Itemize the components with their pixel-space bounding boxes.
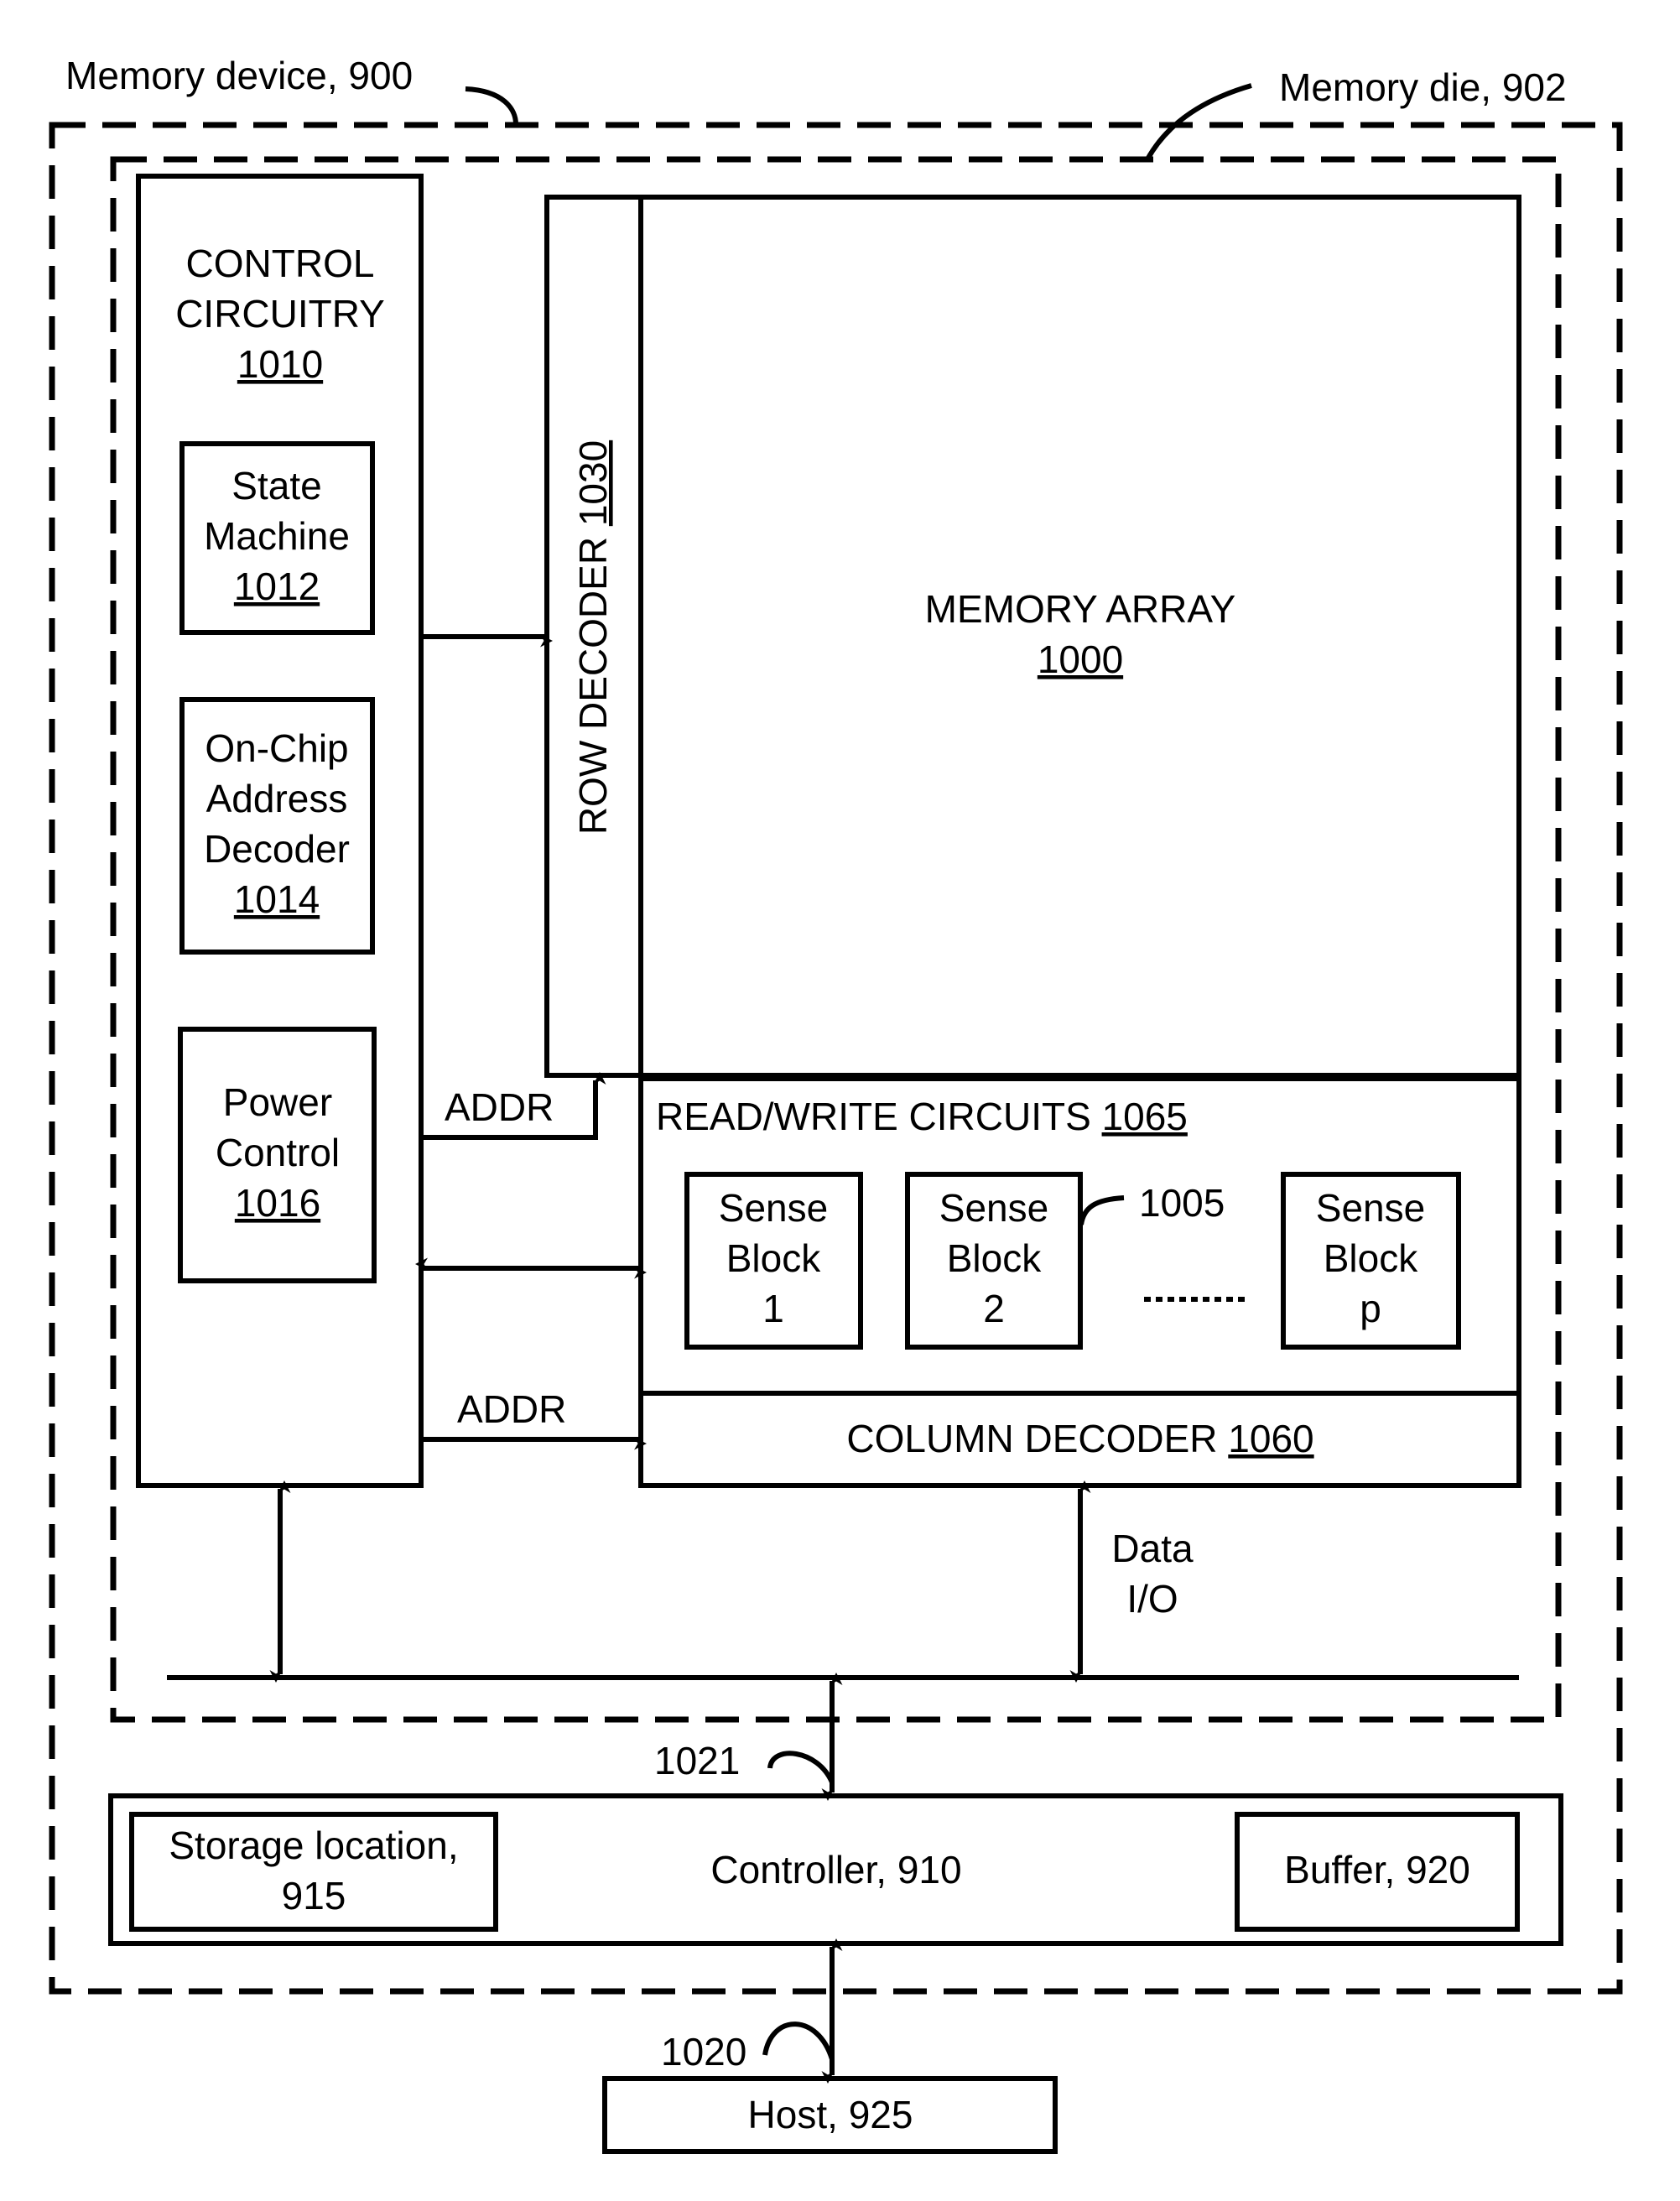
sense-ref-label: 1005 bbox=[1139, 1181, 1225, 1225]
controller-label: Controller, 910 bbox=[710, 1848, 961, 1891]
sense-block-1[interactable]: Sense Block 1 bbox=[684, 1172, 863, 1350]
sense-block-p-line1: Sense bbox=[1316, 1186, 1425, 1230]
buffer-label: Buffer, 920 bbox=[1284, 1848, 1470, 1891]
power-control-block[interactable]: Power Control 1016 bbox=[178, 1027, 377, 1283]
address-decoder-ref: 1014 bbox=[234, 877, 320, 921]
sense-block-2[interactable]: Sense Block 2 bbox=[905, 1172, 1083, 1350]
sense-block-1-line3: 1 bbox=[762, 1287, 784, 1330]
addr-upper-label: ADDR bbox=[445, 1085, 554, 1129]
power-control-line2: Control bbox=[216, 1131, 340, 1174]
sense-ref-leader bbox=[1079, 1195, 1125, 1225]
sense-block-p-line2: Block bbox=[1324, 1236, 1418, 1280]
memory-array-block[interactable]: MEMORY ARRAY 1000 bbox=[638, 195, 1521, 1078]
storage-location-line2: 915 bbox=[282, 1874, 346, 1917]
memory-die-label: Memory die, 902 bbox=[1279, 65, 1567, 109]
row-decoder-label: ROW DECODER 1030 bbox=[571, 440, 615, 835]
state-machine-ref: 1012 bbox=[234, 565, 320, 608]
sense-block-p-line3: p bbox=[1360, 1287, 1381, 1330]
bus-1020-label: 1020 bbox=[661, 2030, 746, 2074]
read-write-label: READ/WRITE CIRCUITS 1065 bbox=[656, 1095, 1188, 1138]
control-circuitry-line2: CIRCUITRY bbox=[175, 292, 385, 336]
control-circuitry-ref: 1010 bbox=[237, 342, 323, 386]
data-io-line1: Data bbox=[1111, 1527, 1194, 1570]
host-label: Host, 925 bbox=[748, 2093, 913, 2136]
bus-1021-leader bbox=[767, 1751, 835, 1784]
sense-block-1-line2: Block bbox=[726, 1236, 821, 1280]
memory-array-ref: 1000 bbox=[1038, 637, 1123, 681]
address-decoder-line2: Address bbox=[206, 777, 348, 820]
storage-location-block[interactable]: Storage location, 915 bbox=[129, 1812, 498, 1932]
state-machine-line1: State bbox=[231, 464, 321, 507]
memory-device-boundary bbox=[49, 122, 1623, 1995]
addr-lower-label: ADDR bbox=[457, 1387, 566, 1431]
memory-device-label: Memory device, 900 bbox=[65, 54, 413, 97]
memory-device-leader bbox=[465, 86, 518, 125]
control-circuitry-line1: CONTROL bbox=[186, 242, 375, 285]
address-decoder-line1: On-Chip bbox=[205, 726, 348, 770]
memory-array-label: MEMORY ARRAY bbox=[925, 587, 1236, 631]
power-control-line1: Power bbox=[223, 1080, 332, 1124]
storage-location-line1: Storage location, bbox=[169, 1824, 458, 1867]
sense-block-2-line2: Block bbox=[947, 1236, 1042, 1280]
address-decoder-block[interactable]: On-Chip Address Decoder 1014 bbox=[179, 697, 375, 955]
power-control-ref: 1016 bbox=[235, 1181, 320, 1225]
sense-block-p[interactable]: Sense Block p bbox=[1281, 1172, 1461, 1350]
host-block[interactable]: Host, 925 bbox=[602, 2076, 1058, 2154]
sense-block-2-line3: 2 bbox=[983, 1287, 1005, 1330]
state-machine-block[interactable]: State Machine 1012 bbox=[179, 441, 375, 635]
data-io-line2: I/O bbox=[1126, 1577, 1178, 1621]
row-decoder-block[interactable]: ROW DECODER 1030 bbox=[544, 195, 643, 1078]
sense-block-1-line1: Sense bbox=[719, 1186, 828, 1230]
memory-device-diagram: Memory device, 900 Memory die, 902 CONTR… bbox=[49, 54, 1623, 2154]
state-machine-line2: Machine bbox=[204, 514, 350, 558]
sense-block-2-line1: Sense bbox=[939, 1186, 1048, 1230]
buffer-block[interactable]: Buffer, 920 bbox=[1235, 1812, 1520, 1932]
column-decoder-block[interactable]: COLUMN DECODER 1060 bbox=[638, 1391, 1521, 1488]
address-decoder-line3: Decoder bbox=[204, 827, 350, 871]
bus-1021-label: 1021 bbox=[654, 1739, 740, 1782]
bus-1020-leader bbox=[762, 2021, 835, 2060]
column-decoder-label: COLUMN DECODER 1060 bbox=[846, 1417, 1313, 1460]
